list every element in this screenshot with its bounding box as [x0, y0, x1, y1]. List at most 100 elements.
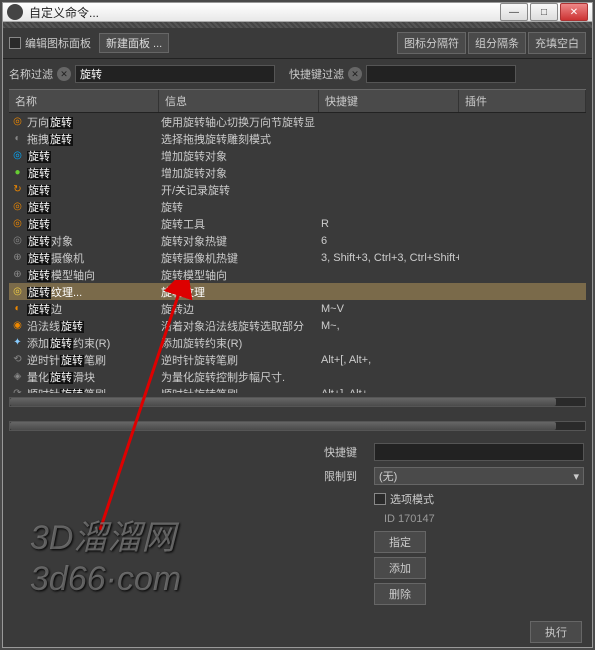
scrollbar-thumb[interactable] — [10, 398, 556, 406]
restrict-row: 限制到 (无) ▾ — [324, 467, 584, 485]
row-icon: ⟲ — [11, 353, 24, 366]
execute-button[interactable]: 执行 — [530, 621, 582, 643]
table-row[interactable]: ⊕旋转模型轴向旋转模型轴向 — [9, 266, 586, 283]
table-row[interactable]: ◎万向旋转使用旋转轴心切换万向节旋转显 — [9, 113, 586, 130]
close-button[interactable]: ✕ — [560, 3, 588, 21]
cell-info: 使用旋转轴心切换万向节旋转显 — [159, 114, 319, 130]
shortcut-filter-label: 快捷键过滤 — [289, 66, 344, 82]
titlebar: 自定义命令... — □ ✕ — [3, 3, 592, 22]
shortcut-row: 快捷键 — [324, 443, 584, 461]
shortcut-filter-input[interactable] — [366, 65, 516, 83]
execute-row: 执行 — [3, 617, 592, 647]
col-name[interactable]: 名称 — [9, 90, 159, 112]
option-mode-label: 选项模式 — [390, 491, 434, 507]
edit-icon-panel-checkbox[interactable] — [9, 37, 21, 49]
group-separator-button[interactable]: 组分隔条 — [468, 32, 526, 54]
table-row[interactable]: ⟳顺时针旋转笔刷顺时针旋转笔刷Alt+], Alt+. — [9, 385, 586, 393]
row-name: 沿法线旋转 — [27, 318, 84, 334]
cell-info: 旋转模型轴向 — [159, 267, 319, 283]
row-name: 旋转对象 — [27, 233, 73, 249]
window-buttons: — □ ✕ — [500, 3, 588, 21]
maximize-button[interactable]: □ — [530, 3, 558, 21]
cell-name: ◎万向旋转 — [9, 114, 159, 130]
cell-info: 旋转纹理 — [159, 284, 319, 300]
cell-shortcut: 3, Shift+3, Ctrl+3, Ctrl+Shift+ — [319, 252, 459, 264]
row-icon: ◎ — [11, 149, 24, 162]
cell-info: 开/关记录旋转 — [159, 182, 319, 198]
table-row[interactable]: ◎旋转对象旋转对象热键6 — [9, 232, 586, 249]
name-filter-label: 名称过滤 — [9, 66, 53, 82]
table-row[interactable]: ◎旋转 增加旋转对象 — [9, 147, 586, 164]
table-row[interactable]: ◐旋转边旋转边M~V — [9, 300, 586, 317]
horizontal-scrollbar-2[interactable] — [9, 421, 586, 431]
name-filter-input[interactable] — [75, 65, 275, 83]
cell-info: 选择拖拽旋转雕刻模式 — [159, 131, 319, 147]
table-row[interactable]: ✦添加旋转约束(R)添加旋转约束(R) — [9, 334, 586, 351]
table-row[interactable]: ◎旋转旋转工具R — [9, 215, 586, 232]
row-name: 添加旋转约束(R) — [27, 335, 110, 351]
row-name: 万向旋转 — [27, 114, 73, 130]
row-icon: ⟳ — [11, 387, 24, 393]
table-row[interactable]: ◎旋转纹理...旋转纹理 — [9, 283, 586, 300]
cell-info: 旋转对象热键 — [159, 233, 319, 249]
bottom-panel: 快捷键 限制到 (无) ▾ 选项模式 ID 170147 指定 添加 删除 — [3, 435, 592, 617]
row-icon: ↻ — [11, 183, 24, 196]
row-name: 旋转 — [27, 182, 51, 198]
cell-name: ●旋转 — [9, 165, 159, 181]
minimize-button[interactable]: — — [500, 3, 528, 21]
cell-name: ◎旋转对象 — [9, 233, 159, 249]
id-text: ID 170147 — [384, 513, 584, 525]
cell-info: 为量化旋转控制步幅尺寸. — [159, 369, 319, 385]
cell-name: ⟲逆时针旋转笔刷 — [9, 352, 159, 368]
row-icon: ◎ — [11, 217, 24, 230]
cell-info: 增加旋转对象 — [159, 165, 319, 181]
row-icon: ⊕ — [11, 251, 24, 264]
new-panel-button[interactable]: 新建面板 ... — [99, 33, 169, 53]
row-icon: ◈ — [11, 370, 24, 383]
cell-shortcut: Alt+], Alt+. — [319, 388, 459, 394]
table-body: ◎万向旋转使用旋转轴心切换万向节旋转显◐拖拽旋转选择拖拽旋转雕刻模式◎旋转增加旋… — [9, 113, 586, 393]
cell-shortcut: Alt+[, Alt+, — [319, 354, 459, 366]
table-row[interactable]: ◎旋转旋转 — [9, 198, 586, 215]
table-row[interactable]: ◉沿法线旋转沿着对象沿法线旋转选取部分M~, — [9, 317, 586, 334]
clear-shortcut-filter-icon[interactable]: ✕ — [348, 67, 362, 81]
table-row[interactable]: ●旋转增加旋转对象 — [9, 164, 586, 181]
col-info[interactable]: 信息 — [159, 90, 319, 112]
row-icon: ◎ — [11, 234, 24, 247]
cell-info: 顺时针旋转笔刷 — [159, 386, 319, 394]
fill-space-button[interactable]: 充填空白 — [528, 32, 586, 54]
cell-name: ↻旋转 — [9, 182, 159, 198]
add-button[interactable]: 添加 — [374, 557, 426, 579]
cell-info: 添加旋转约束(R) — [159, 335, 319, 351]
assign-button[interactable]: 指定 — [374, 531, 426, 553]
row-name: 旋转 — [27, 216, 51, 232]
col-shortcut[interactable]: 快捷键 — [319, 90, 459, 112]
row-name: 旋转边 — [27, 301, 62, 317]
cell-name: ◎旋转 — [9, 199, 159, 215]
restrict-select[interactable]: (无) ▾ — [374, 467, 584, 485]
table-row[interactable]: ◐拖拽旋转选择拖拽旋转雕刻模式 — [9, 130, 586, 147]
cell-name: ◐拖拽旋转 — [9, 131, 159, 147]
row-name: 旋转 — [27, 148, 51, 164]
cell-info: 旋转 — [159, 199, 319, 215]
table-row[interactable]: ⟲逆时针旋转笔刷逆时针旋转笔刷Alt+[, Alt+, — [9, 351, 586, 368]
cell-name: ◐旋转边 — [9, 301, 159, 317]
clear-name-filter-icon[interactable]: ✕ — [57, 67, 71, 81]
delete-button[interactable]: 删除 — [374, 583, 426, 605]
row-name: 旋转摄像机 — [27, 250, 84, 266]
table-row[interactable]: ⊕旋转摄像机旋转摄像机热键3, Shift+3, Ctrl+3, Ctrl+Sh… — [9, 249, 586, 266]
table-row[interactable]: ↻旋转开/关记录旋转 — [9, 181, 586, 198]
cell-name: ⊕旋转摄像机 — [9, 250, 159, 266]
row-icon: ● — [11, 166, 24, 179]
horizontal-scrollbar[interactable] — [9, 397, 586, 407]
col-plugin[interactable]: 插件 — [459, 90, 586, 112]
icon-separator-button[interactable]: 图标分隔符 — [397, 32, 466, 54]
cell-info: 增加旋转对象 — [159, 148, 319, 164]
bottom-right: 快捷键 限制到 (无) ▾ 选项模式 ID 170147 指定 添加 删除 — [324, 443, 584, 609]
row-icon: ◐ — [11, 302, 24, 315]
option-mode-checkbox[interactable] — [374, 493, 386, 505]
shortcut-input[interactable] — [374, 443, 584, 461]
cell-name: ◉沿法线旋转 — [9, 318, 159, 334]
table-row[interactable]: ◈量化旋转滑块为量化旋转控制步幅尺寸. — [9, 368, 586, 385]
scrollbar-thumb-2[interactable] — [10, 422, 556, 430]
